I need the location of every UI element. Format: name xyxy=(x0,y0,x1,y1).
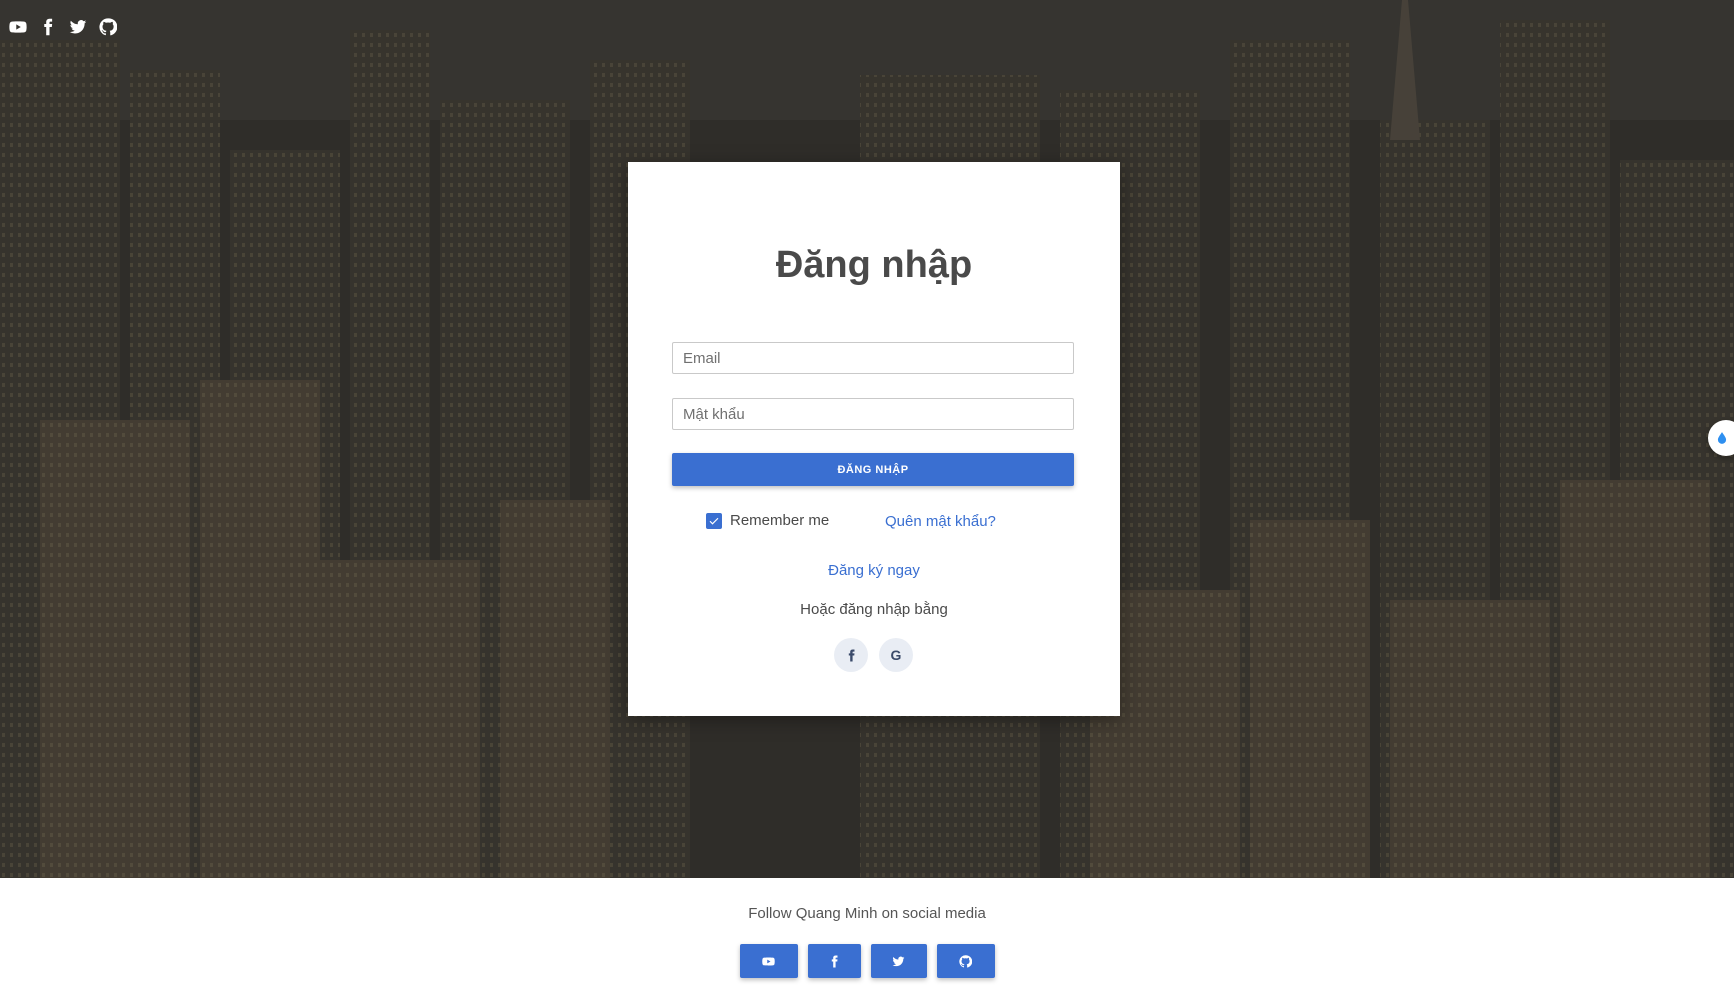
google-icon: G xyxy=(890,647,902,663)
footer-github-button[interactable] xyxy=(936,944,995,978)
facebook-icon xyxy=(848,649,854,661)
facebook-icon xyxy=(831,955,837,967)
remember-me-label: Remember me xyxy=(730,512,830,529)
drop-icon xyxy=(1717,432,1727,444)
footer-follow-text: Follow Quang Minh on social media xyxy=(748,905,986,922)
twitter-icon[interactable] xyxy=(68,17,88,37)
footer-social-buttons xyxy=(0,944,1734,978)
login-title: Đăng nhập xyxy=(775,244,973,286)
footer-twitter-button[interactable] xyxy=(870,944,927,978)
oauth-divider-text: Hoặc đăng nhập bằng xyxy=(800,601,948,618)
github-icon xyxy=(959,954,972,968)
oauth-buttons: G xyxy=(834,638,913,672)
remember-me-toggle[interactable]: Remember me xyxy=(706,512,829,529)
youtube-icon xyxy=(762,956,775,966)
password-input[interactable] xyxy=(672,398,1074,430)
login-button[interactable]: ĐĂNG NHẬP xyxy=(672,453,1074,486)
register-link[interactable]: Đăng ký ngay xyxy=(628,562,1120,579)
check-icon xyxy=(709,517,719,525)
youtube-icon[interactable] xyxy=(8,17,28,37)
remember-me-checkbox[interactable] xyxy=(706,512,722,529)
footer: Follow Quang Minh on social media xyxy=(0,878,1734,1004)
github-icon[interactable] xyxy=(98,17,118,37)
facebook-login-button[interactable] xyxy=(834,638,868,672)
login-card: Đăng nhập ĐĂNG NHẬP Remember me Quên mật… xyxy=(628,162,1120,716)
facebook-icon[interactable] xyxy=(38,17,58,37)
google-login-button[interactable]: G xyxy=(879,638,913,672)
footer-facebook-button[interactable] xyxy=(807,944,861,978)
footer-youtube-button[interactable] xyxy=(739,944,798,978)
top-social-bar xyxy=(8,17,118,37)
email-input[interactable] xyxy=(672,342,1074,374)
twitter-icon xyxy=(892,956,905,966)
forgot-password-link[interactable]: Quên mật khẩu? xyxy=(885,513,996,530)
